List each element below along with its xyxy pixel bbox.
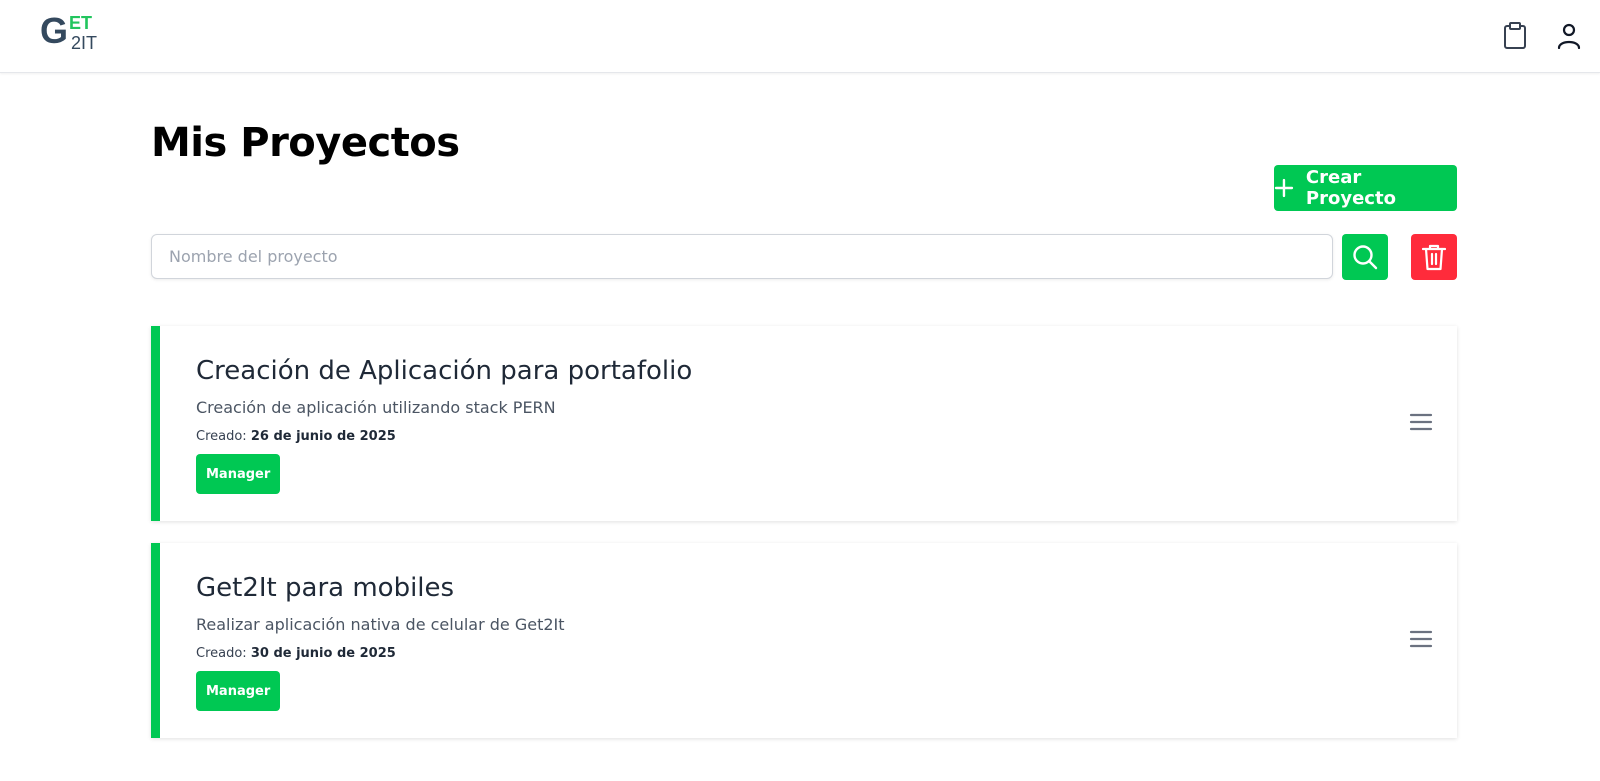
logo-letter-g: G [40, 10, 68, 51]
role-badge: Manager [196, 454, 281, 494]
plus-icon [1274, 178, 1294, 198]
create-project-label: Crear Proyecto [1305, 167, 1396, 209]
page-title: Mis Proyectos [151, 120, 460, 166]
search-button[interactable] [1342, 234, 1388, 280]
user-icon[interactable] [1553, 20, 1585, 52]
created-date: 26 de junio de 2025 [250, 429, 396, 444]
project-description: Realizar aplicación nativa de celular de… [196, 615, 565, 634]
role-badge: Manager [196, 671, 281, 711]
trash-icon [1422, 244, 1446, 271]
created-date: 30 de junio de 2025 [250, 646, 396, 661]
clipboard-icon[interactable] [1499, 20, 1531, 52]
project-description: Creación de aplicación utilizando stack … [196, 398, 556, 417]
search-icon [1353, 245, 1378, 270]
project-search-input[interactable] [151, 234, 1333, 279]
hamburger-menu-icon[interactable] [1405, 623, 1437, 655]
hamburger-menu-icon[interactable] [1405, 406, 1437, 438]
project-created: Creado: 30 de junio de 2025 [196, 646, 396, 661]
project-title[interactable]: Creación de Aplicación para portafolio [196, 356, 692, 386]
created-label: Creado: [196, 646, 251, 661]
project-card[interactable]: Get2It para mobiles Realizar aplicación … [151, 543, 1457, 738]
created-label: Creado: [196, 429, 251, 444]
logo-letters-2it: 2IT [71, 33, 98, 53]
logo-letters-et: ET [69, 13, 93, 33]
project-title[interactable]: Get2It para mobiles [196, 573, 454, 603]
get2it-logo[interactable]: G ET 2IT [40, 10, 110, 56]
project-card[interactable]: Creación de Aplicación para portafolio C… [151, 326, 1457, 521]
clear-search-button[interactable] [1411, 234, 1457, 280]
project-created: Creado: 26 de junio de 2025 [196, 429, 396, 444]
top-navbar: G ET 2IT [0, 0, 1600, 73]
create-project-button[interactable]: Crear Proyecto [1274, 165, 1457, 211]
